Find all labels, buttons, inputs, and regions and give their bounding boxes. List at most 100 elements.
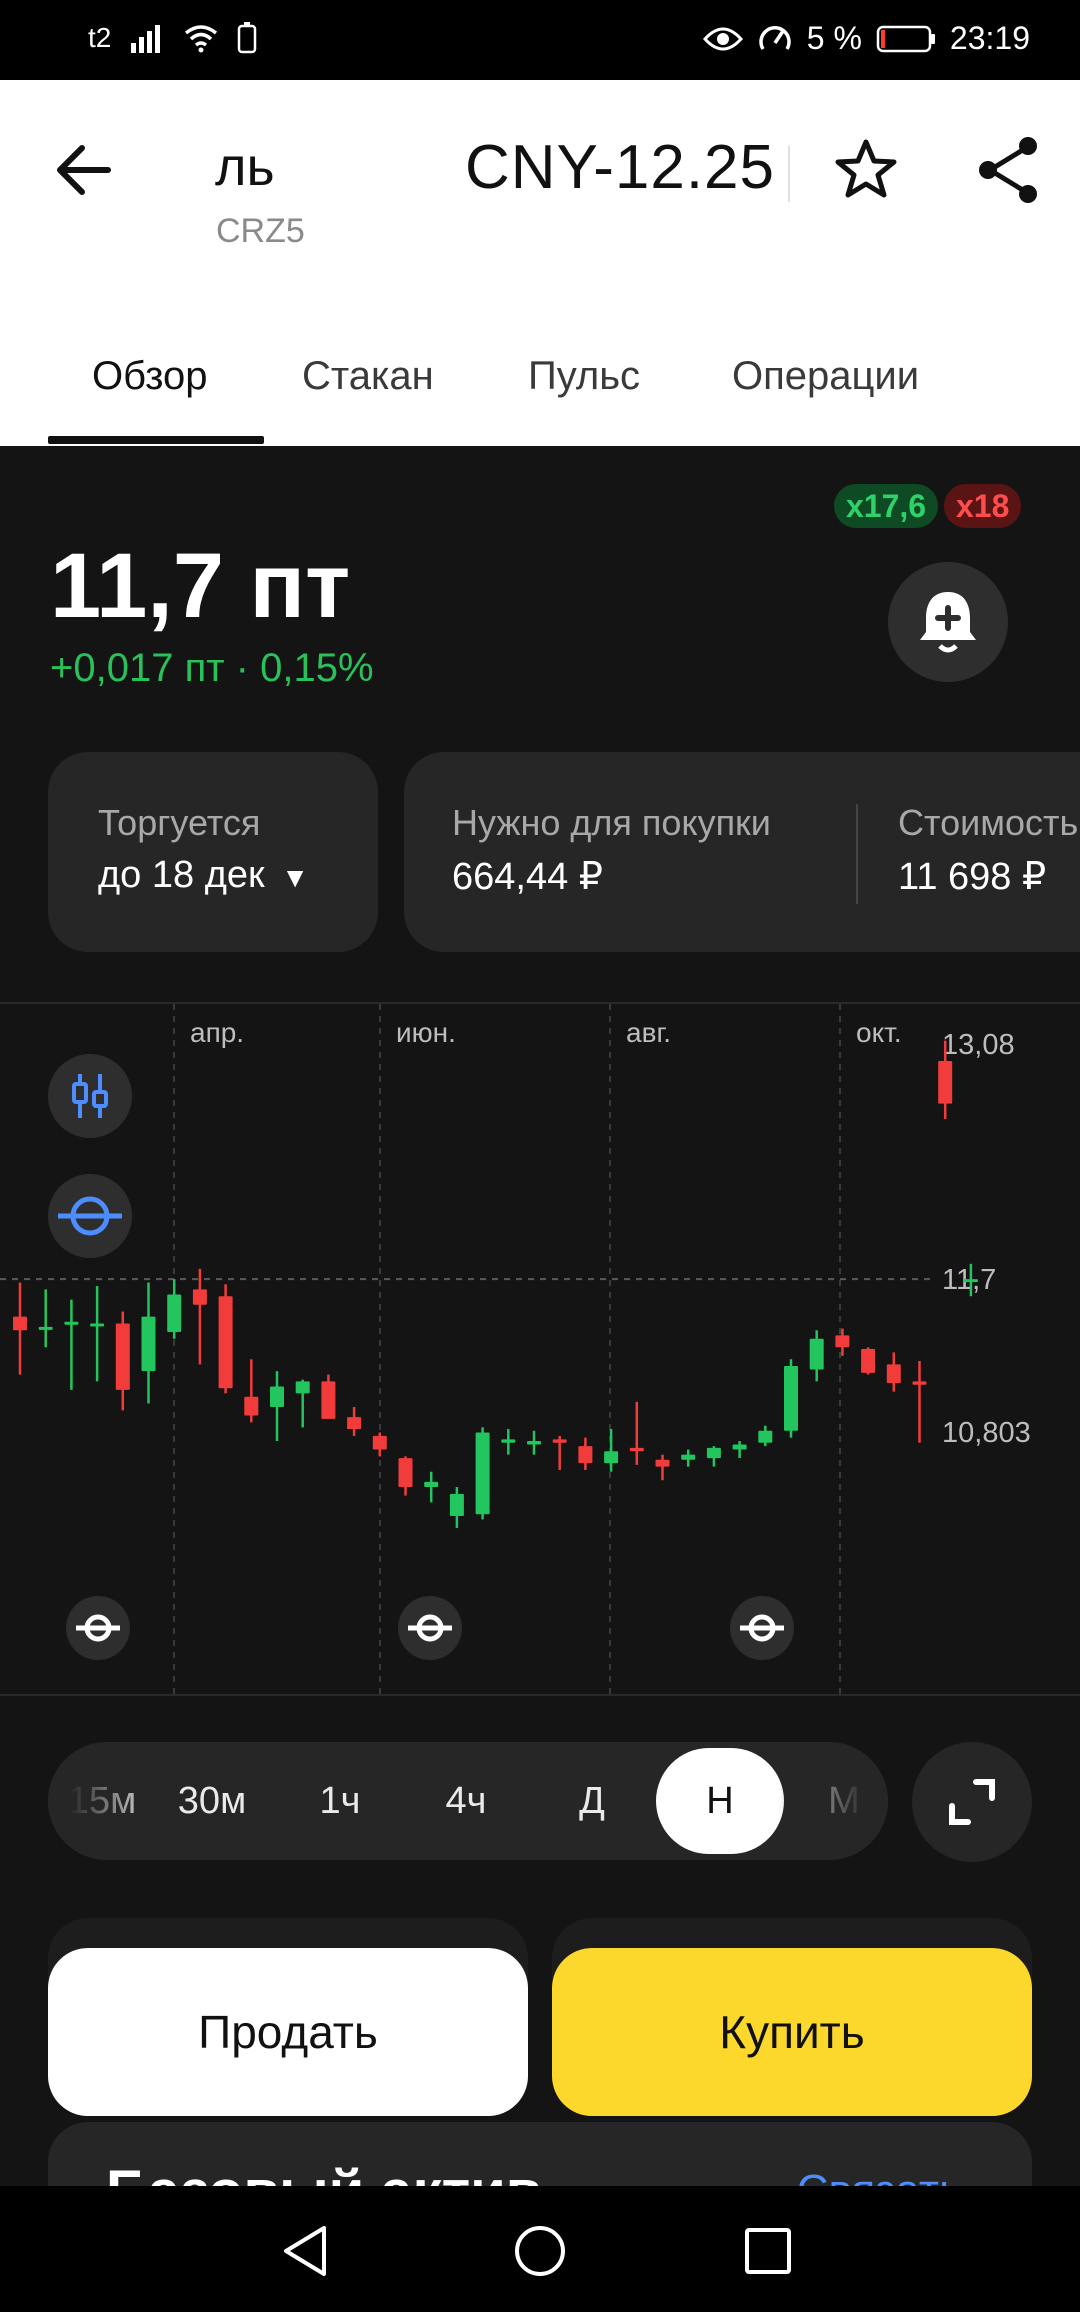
tab-order-book[interactable]: Стакан [302,354,434,399]
expand-icon [949,1779,995,1825]
interval-selector: 15м 30м 1ч 4ч Д Н М [48,1742,888,1860]
margin-info-card: Нужно для покупки 664,44 ₽ Стоимость 11 … [404,752,1080,952]
base-asset-link[interactable]: Связать [797,2166,962,2186]
base-asset-title: Базовый актив [106,2158,541,2186]
indicators-button[interactable] [48,1054,132,1138]
instrument-name-fragment: ль [215,137,275,197]
tab-bar: Обзор Стакан Пульс Операции [0,336,1080,446]
interval-month[interactable]: М [794,1742,888,1860]
system-nav-bar [0,2186,1080,2312]
candle-body [861,1349,876,1373]
back-button[interactable] [46,130,126,210]
signal-icon [131,25,161,53]
wifi-icon [185,25,218,53]
carrier-label: t2 [88,22,112,53]
candle-body [449,1493,464,1517]
cost-label: Стоимость [898,802,1079,843]
candle-body [218,1296,233,1389]
candle-body [963,1279,978,1283]
instrument-header: ль CRZ5 CNY-12.25 Обзор Стакан Пульс Опе… [0,80,1080,446]
candle-body [115,1323,130,1390]
price-alert-button[interactable] [888,562,1008,682]
trading-until-card[interactable]: Торгуется до 18 дек ▼ [48,752,378,952]
interval-week[interactable]: Н [656,1748,784,1854]
handle-icon [76,1614,120,1642]
bell-plus-icon [920,592,976,653]
active-tab-indicator [48,436,264,444]
tab-operations[interactable]: Операции [732,354,919,399]
expand-chart-button[interactable] [912,1742,1032,1862]
candle-body [784,1366,798,1431]
cost-value: 11 698 ₽ [898,856,1047,898]
candle-body [192,1289,207,1305]
candle-body [13,1316,27,1331]
candle-body [321,1381,336,1419]
trading-until-value: до 18 дек ▼ [98,854,309,896]
tab-overview[interactable]: Обзор [92,354,208,399]
x-tick-label: июн. [396,1017,456,1048]
candle-body [938,1061,953,1104]
trading-label: Торгуется [98,802,261,843]
sell-button[interactable]: Продать [48,1948,528,2116]
tab-pulse[interactable]: Пульс [528,354,640,399]
battery-percent: 5 % [806,20,862,56]
candle-body [38,1326,53,1330]
candle-body [64,1321,79,1325]
battery-saver-icon [238,22,257,54]
candle-body [90,1323,105,1327]
candle-body [732,1444,747,1450]
candle-body [244,1396,259,1416]
candle-body [167,1294,182,1332]
nav-home-icon[interactable] [505,2216,575,2286]
candle-body [681,1454,696,1460]
nav-back-icon[interactable] [272,2216,342,2286]
candle-body [270,1386,284,1407]
candle-body [527,1441,541,1445]
candle-body [655,1459,670,1467]
candle-body [886,1364,901,1384]
favorite-button[interactable] [826,130,906,210]
buy-button[interactable]: Купить [552,1948,1032,2116]
candle-body [552,1439,567,1443]
leverage-long-badge: x17,6 [834,484,939,528]
status-bar: t2 5 % 23:19 [0,0,1080,80]
chart-scroll-handle[interactable] [730,1596,794,1660]
candle-body [835,1335,850,1348]
interval-1h[interactable]: 1ч [290,1742,390,1860]
nav-recents-icon[interactable] [733,2216,803,2286]
crosshair-icon [58,1196,122,1236]
margin-value: 664,44 ₽ [452,856,603,898]
x-tick-label: окт. [856,1017,902,1048]
candle-body [501,1439,516,1443]
crosshair-button[interactable] [48,1174,132,1258]
clock: 23:19 [949,20,1030,56]
candle-body [758,1430,773,1443]
candle-body [912,1381,927,1385]
interval-day[interactable]: Д [542,1742,642,1860]
y-tick-label: 13,08 [942,1029,1015,1061]
speed-icon [759,25,791,50]
candle-body [578,1446,593,1464]
price-change: +0,017 пт · 0,15% [50,646,374,690]
interval-15m[interactable]: 15м [52,1742,152,1860]
candle-body [475,1432,490,1515]
eye-icon [702,27,743,50]
candle-body [398,1458,413,1488]
share-icon [979,137,1037,203]
title-divider [788,146,790,202]
candle-body [629,1447,644,1452]
candle-body [141,1316,156,1372]
chart-scroll-handle[interactable] [398,1596,462,1660]
candle-body [809,1338,824,1370]
current-price: 11,7 пт [50,535,351,637]
handle-icon [740,1614,784,1642]
candlestick-chart[interactable]: апр. июн. авг. окт. 13,0811,710,803 [0,1004,1080,1694]
star-icon [835,139,897,198]
chart-scroll-handle[interactable] [66,1596,130,1660]
candle-body [424,1481,439,1488]
share-button[interactable] [968,130,1048,210]
price-chart[interactable]: апр. июн. авг. окт. 13,08 11,7 10,803 [0,1002,1080,1696]
base-asset-card: Базовый актив Связать [48,2122,1032,2186]
interval-30m[interactable]: 30м [162,1742,262,1860]
interval-4h[interactable]: 4ч [416,1742,516,1860]
